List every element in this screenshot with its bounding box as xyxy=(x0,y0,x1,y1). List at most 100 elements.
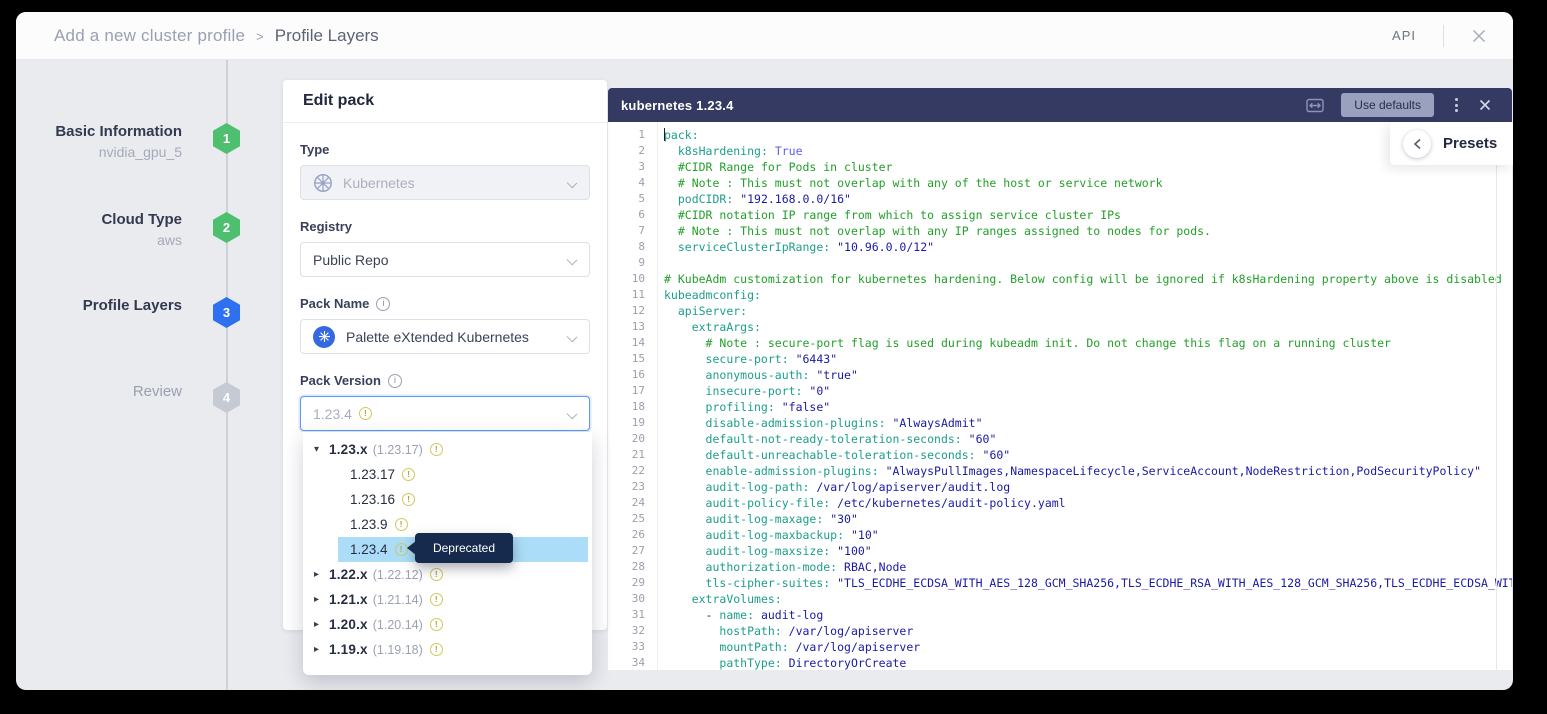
pack-version-value: 1.23.4 xyxy=(313,406,352,422)
chevron-down-icon xyxy=(567,409,578,420)
code-line: 33 mountPath: /var/log/apiserver xyxy=(608,639,1512,655)
caret-right-icon[interactable]: ▸ xyxy=(314,569,329,580)
line-number: 30 xyxy=(608,591,645,607)
line-number: 11 xyxy=(608,287,645,303)
code-line: 6 #CIDR notation IP range from which to … xyxy=(608,207,1512,223)
editor-title: kubernetes 1.23.4 xyxy=(621,98,734,113)
line-number: 16 xyxy=(608,367,645,383)
line-number: 6 xyxy=(608,207,645,223)
code-line: 34 pathType: DirectoryOrCreate xyxy=(608,655,1512,670)
code-line: 27 audit-log-maxsize: "100" xyxy=(608,543,1512,559)
header-divider xyxy=(1443,25,1444,47)
code-line: 18 profiling: "false" xyxy=(608,399,1512,415)
step-basic-information[interactable]: Basic Information nvidia_gpu_5 xyxy=(16,122,182,163)
pack-name-select[interactable]: Palette eXtended Kubernetes xyxy=(300,319,590,354)
api-button[interactable]: API xyxy=(1392,28,1416,43)
editor-close-icon[interactable] xyxy=(1479,99,1491,111)
line-number: 5 xyxy=(608,191,645,207)
line-number: 26 xyxy=(608,527,645,543)
info-icon[interactable]: i xyxy=(388,374,402,388)
line-number: 17 xyxy=(608,383,645,399)
split-view-icon[interactable] xyxy=(1306,98,1324,113)
type-select: Kubernetes xyxy=(300,165,590,200)
registry-value: Public Repo xyxy=(313,252,389,268)
type-value: Kubernetes xyxy=(343,175,415,191)
version-group-option[interactable]: ▸1.22.x(1.22.12)! xyxy=(303,562,592,587)
type-label: Type xyxy=(300,141,590,158)
line-number: 33 xyxy=(608,639,645,655)
version-group-option[interactable]: ▸1.19.x (1.19.18)! xyxy=(303,637,592,662)
line-number: 15 xyxy=(608,351,645,367)
chevron-down-icon xyxy=(567,255,578,266)
line-number: 34 xyxy=(608,655,645,670)
warning-icon: ! xyxy=(430,568,443,581)
line-number: 14 xyxy=(608,335,645,351)
version-option[interactable]: 1.23.16! xyxy=(303,487,592,512)
close-icon[interactable] xyxy=(1471,28,1487,44)
line-number: 24 xyxy=(608,495,645,511)
use-defaults-button[interactable]: Use defaults xyxy=(1341,93,1434,117)
code-line: 22 enable-admission-plugins: "AlwaysPull… xyxy=(608,463,1512,479)
step-2-badge[interactable]: 2 xyxy=(213,212,240,243)
step-3-badge[interactable]: 3 xyxy=(213,297,240,328)
code-line: 24 audit-policy-file: /etc/kubernetes/au… xyxy=(608,495,1512,511)
step-profile-layers[interactable]: Profile Layers xyxy=(16,296,182,316)
warning-icon: ! xyxy=(359,407,372,420)
code-line: 31 - name: audit-log xyxy=(608,607,1512,623)
caret-right-icon[interactable]: ▸ xyxy=(314,619,329,630)
version-option-label: 1.23.9 xyxy=(350,517,388,532)
code-line: 5 podCIDR: "192.168.0.0/16" xyxy=(608,191,1512,207)
line-number: 25 xyxy=(608,511,645,527)
chevron-down-icon xyxy=(567,332,578,343)
warning-icon: ! xyxy=(430,593,443,606)
code-line: 19 disable-admission-plugins: "AlwaysAdm… xyxy=(608,415,1512,431)
caret-right-icon[interactable]: ▸ xyxy=(314,644,329,655)
line-number: 18 xyxy=(608,399,645,415)
registry-label: Registry xyxy=(300,218,590,235)
step-1-badge[interactable]: 1 xyxy=(213,123,240,154)
version-group-label: 1.19.x xyxy=(329,642,368,657)
code-line: 25 audit-log-maxage: "30" xyxy=(608,511,1512,527)
code-line: 23 audit-log-path: /var/log/apiserver/au… xyxy=(608,479,1512,495)
line-number: 29 xyxy=(608,575,645,591)
deprecated-tooltip: Deprecated xyxy=(415,533,513,563)
step-title: Review xyxy=(16,382,182,402)
breadcrumb-parent[interactable]: Add a new cluster profile xyxy=(54,26,245,46)
version-option[interactable]: 1.23.17! xyxy=(303,462,592,487)
line-number: 9 xyxy=(608,255,645,271)
chevron-left-icon[interactable] xyxy=(1403,130,1431,158)
version-group-label: 1.20.x xyxy=(329,617,368,632)
caret-down-icon[interactable]: ▾ xyxy=(314,444,329,455)
kubernetes-icon xyxy=(313,173,333,193)
breadcrumb-current: Profile Layers xyxy=(275,26,379,46)
step-review[interactable]: Review xyxy=(16,382,182,402)
warning-icon: ! xyxy=(395,543,408,556)
code-line: 8 serviceClusterIpRange: "10.96.0.0/12" xyxy=(608,239,1512,255)
code-line: 26 audit-log-maxbackup: "10" xyxy=(608,527,1512,543)
caret-right-icon[interactable]: ▸ xyxy=(314,594,329,605)
breadcrumb-separator-icon: > xyxy=(256,27,264,44)
stepper-connector xyxy=(226,60,228,690)
text-cursor xyxy=(664,128,665,141)
version-group-option[interactable]: ▸1.20.x(1.20.14)! xyxy=(303,612,592,637)
yaml-code-area[interactable]: 1pack:2 k8sHardening: True3 #CIDR Range … xyxy=(608,122,1512,670)
code-line: 1pack: xyxy=(608,127,1512,143)
info-icon[interactable]: i xyxy=(376,297,390,311)
version-latest-hint: (1.19.18) xyxy=(373,643,423,657)
code-line: 11kubeadmconfig: xyxy=(608,287,1512,303)
line-number: 10 xyxy=(608,271,645,287)
kebab-menu-icon[interactable] xyxy=(1451,96,1462,114)
code-line: 16 anonymous-auth: "true" xyxy=(608,367,1512,383)
version-group-option[interactable]: ▸1.21.x(1.21.14)! xyxy=(303,587,592,612)
step-title: Cloud Type xyxy=(16,210,182,230)
presets-title[interactable]: Presets xyxy=(1443,135,1497,152)
line-number: 31 xyxy=(608,607,645,623)
version-group-option[interactable]: ▾1.23.x(1.23.17)! xyxy=(303,437,592,462)
registry-select[interactable]: Public Repo xyxy=(300,242,590,277)
step-cloud-type[interactable]: Cloud Type aws xyxy=(16,210,182,251)
line-number: 3 xyxy=(608,159,645,175)
pack-version-input[interactable]: 1.23.4 ! xyxy=(300,396,590,431)
step-4-badge[interactable]: 4 xyxy=(213,382,240,413)
editor-scroll-track[interactable] xyxy=(1496,165,1497,670)
warning-icon: ! xyxy=(430,643,443,656)
